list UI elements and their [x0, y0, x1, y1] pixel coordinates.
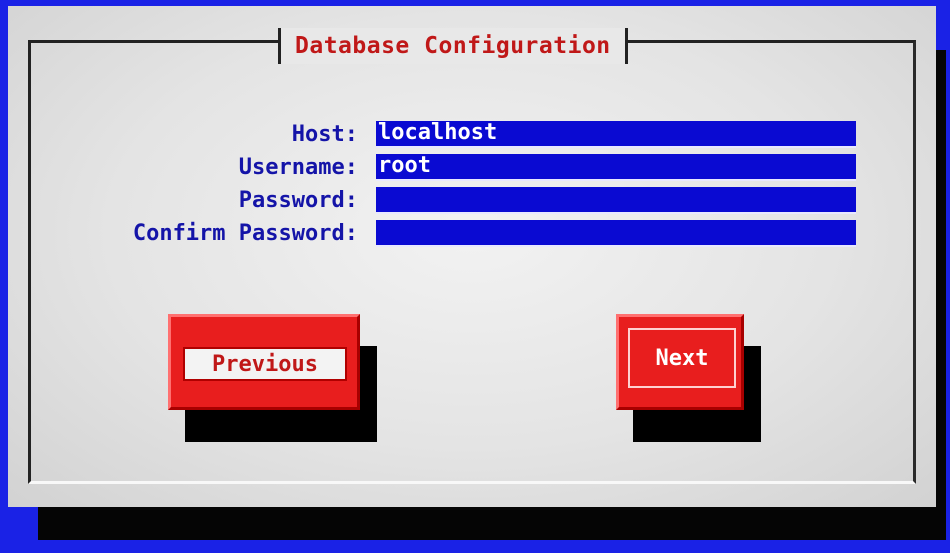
- password-input[interactable]: [376, 187, 856, 214]
- previous-button-label: Previous: [183, 347, 347, 381]
- next-button[interactable]: Next: [616, 314, 744, 410]
- confirm-password-input[interactable]: [376, 220, 856, 247]
- host-value: localhost: [378, 120, 498, 145]
- host-input[interactable]: localhost: [376, 120, 856, 148]
- next-button-label: Next: [628, 328, 736, 388]
- username-row: Username: root: [0, 152, 950, 184]
- confirm-password-label: Confirm Password:: [132, 221, 358, 246]
- database-configuration-dialog: Database Configuration: [8, 6, 936, 507]
- dialog-title: Database Configuration: [295, 33, 611, 59]
- host-row: Host: localhost: [0, 119, 950, 151]
- host-label: Host:: [291, 122, 358, 147]
- username-value: root: [378, 153, 431, 178]
- password-row: Password:: [0, 185, 950, 217]
- password-label: Password:: [238, 188, 358, 213]
- previous-button[interactable]: Previous: [168, 314, 360, 410]
- username-label: Username:: [238, 155, 358, 180]
- dialog-title-box: Database Configuration: [278, 28, 628, 64]
- confirm-password-row: Confirm Password:: [0, 218, 950, 250]
- dialog-frame: [28, 40, 916, 484]
- username-input[interactable]: root: [376, 153, 856, 181]
